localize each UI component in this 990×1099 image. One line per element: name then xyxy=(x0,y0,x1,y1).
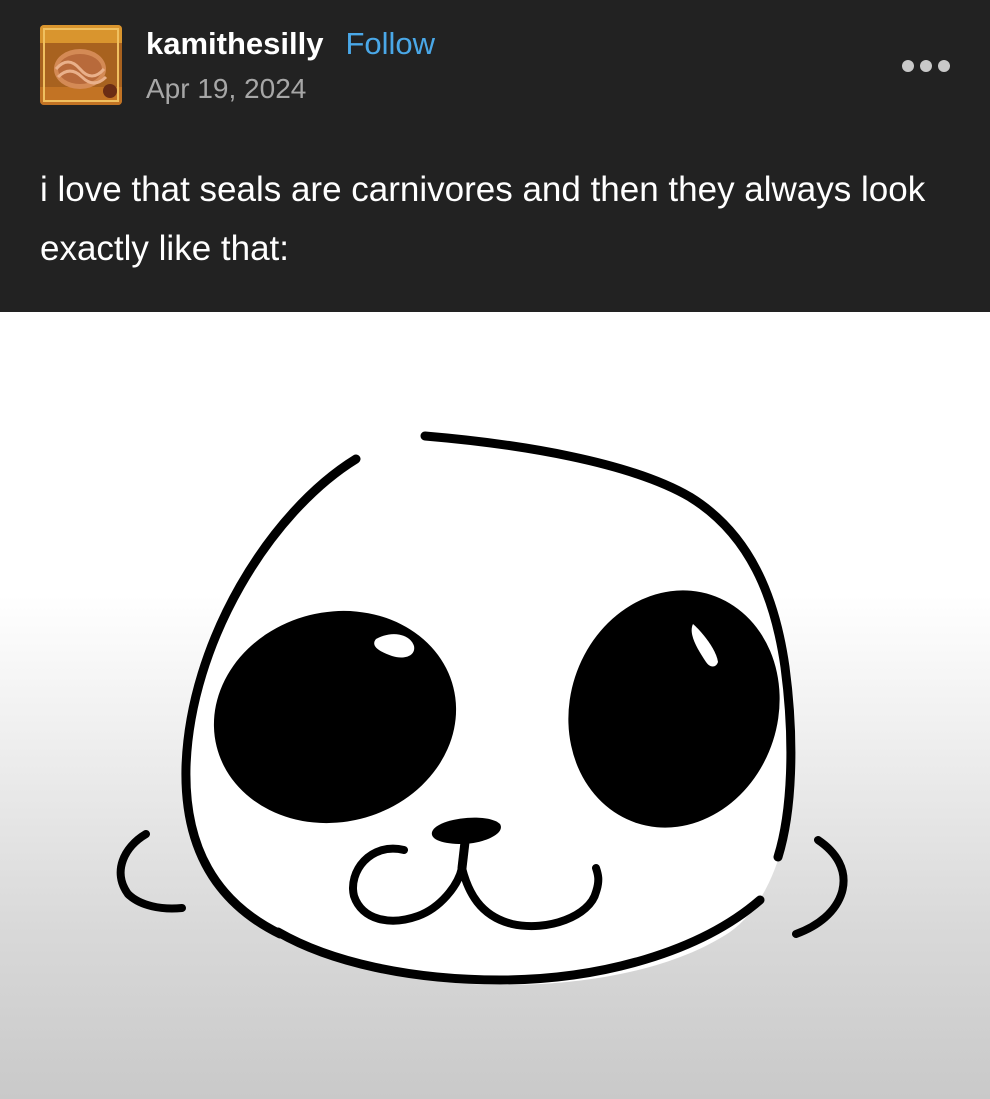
post-date: Apr 19, 2024 xyxy=(146,73,307,104)
seal-face-drawing xyxy=(116,431,848,985)
post-screenshot: kamithesilly Follow Apr 19, 2024 i love … xyxy=(0,0,990,1099)
avatar-image-icon xyxy=(40,25,122,105)
more-options-button[interactable] xyxy=(900,58,952,74)
seal-right-flipper xyxy=(792,836,848,938)
post-header: kamithesilly Follow Apr 19, 2024 i love … xyxy=(0,0,990,312)
post-text: i love that seals are carnivores and the… xyxy=(40,170,926,268)
post-image xyxy=(0,312,990,1099)
author-row: kamithesilly Follow xyxy=(146,26,435,62)
username[interactable]: kamithesilly xyxy=(146,26,323,62)
ellipsis-icon xyxy=(902,60,950,72)
follow-button[interactable]: Follow xyxy=(345,26,435,62)
seal-left-flipper xyxy=(116,830,186,913)
avatar[interactable] xyxy=(40,25,122,105)
